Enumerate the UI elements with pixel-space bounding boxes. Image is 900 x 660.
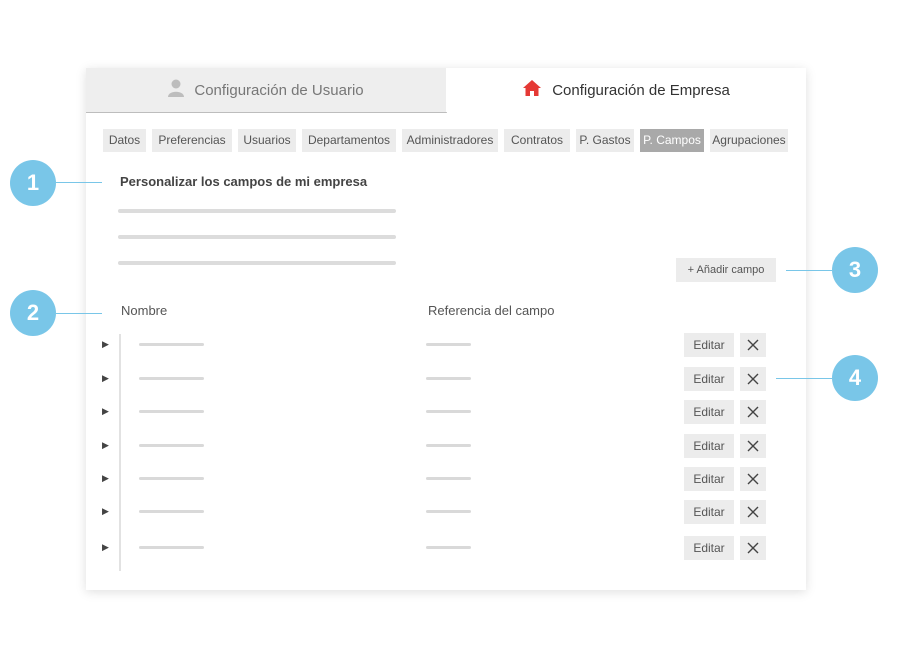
delete-button[interactable] bbox=[740, 467, 766, 491]
name-placeholder bbox=[139, 410, 204, 413]
close-icon bbox=[747, 406, 759, 418]
table-row: ▶ Editar bbox=[86, 536, 806, 560]
add-field-button[interactable]: + Añadir campo bbox=[676, 258, 776, 282]
callout-line bbox=[776, 378, 832, 379]
subtab-datos[interactable]: Datos bbox=[103, 129, 146, 152]
description-placeholder-line bbox=[118, 235, 396, 239]
delete-button[interactable] bbox=[740, 333, 766, 357]
callout-badge: 4 bbox=[832, 355, 878, 401]
reference-placeholder bbox=[426, 377, 471, 380]
reference-placeholder bbox=[426, 343, 471, 346]
close-icon bbox=[747, 473, 759, 485]
name-placeholder bbox=[139, 377, 204, 380]
edit-button[interactable]: Editar bbox=[684, 500, 734, 524]
delete-button[interactable] bbox=[740, 500, 766, 524]
close-icon bbox=[747, 440, 759, 452]
table-row: ▶ Editar bbox=[86, 367, 806, 391]
expand-caret-icon[interactable]: ▶ bbox=[102, 542, 109, 553]
subtab-administradores[interactable]: Administradores bbox=[402, 129, 498, 152]
callout-line bbox=[56, 182, 102, 183]
table-row: ▶ Editar bbox=[86, 400, 806, 424]
name-placeholder bbox=[139, 510, 204, 513]
callout-line bbox=[786, 270, 832, 271]
table-row: ▶ Editar bbox=[86, 500, 806, 524]
edit-button[interactable]: Editar bbox=[684, 400, 734, 424]
tab-user-settings[interactable]: Configuración de Usuario bbox=[86, 68, 447, 113]
edit-button[interactable]: Editar bbox=[684, 434, 734, 458]
reference-placeholder bbox=[426, 546, 471, 549]
tab-bar: Configuración de Usuario Configuración d… bbox=[86, 68, 806, 113]
column-header-reference: Referencia del campo bbox=[428, 303, 555, 318]
expand-caret-icon[interactable]: ▶ bbox=[102, 339, 109, 350]
expand-caret-icon[interactable]: ▶ bbox=[102, 406, 109, 417]
table-row: ▶ Editar bbox=[86, 434, 806, 458]
edit-button[interactable]: Editar bbox=[684, 536, 734, 560]
name-placeholder bbox=[139, 546, 204, 549]
user-icon bbox=[168, 79, 185, 101]
subtab-preferencias[interactable]: Preferencias bbox=[152, 129, 232, 152]
delete-button[interactable] bbox=[740, 536, 766, 560]
name-placeholder bbox=[139, 444, 204, 447]
reference-placeholder bbox=[426, 510, 471, 513]
subtab-agrupaciones[interactable]: Agrupaciones bbox=[710, 129, 788, 152]
close-icon bbox=[747, 339, 759, 351]
tab-company-label: Configuración de Empresa bbox=[552, 81, 730, 99]
subtab-contratos[interactable]: Contratos bbox=[504, 129, 570, 152]
description-placeholder-line bbox=[118, 209, 396, 213]
close-icon bbox=[747, 373, 759, 385]
close-icon bbox=[747, 506, 759, 518]
reference-placeholder bbox=[426, 410, 471, 413]
delete-button[interactable] bbox=[740, 400, 766, 424]
table-row: ▶ Editar bbox=[86, 333, 806, 357]
callout-line bbox=[56, 313, 102, 314]
tab-company-settings[interactable]: Configuración de Empresa bbox=[446, 68, 806, 112]
callout-badge: 2 bbox=[10, 290, 56, 336]
delete-button[interactable] bbox=[740, 434, 766, 458]
expand-caret-icon[interactable]: ▶ bbox=[102, 440, 109, 451]
home-icon bbox=[522, 79, 542, 101]
reference-placeholder bbox=[426, 444, 471, 447]
edit-button[interactable]: Editar bbox=[684, 367, 734, 391]
name-placeholder bbox=[139, 343, 204, 346]
subtab-p-campos[interactable]: P. Campos bbox=[640, 129, 704, 152]
section-title: Personalizar los campos de mi empresa bbox=[120, 174, 368, 189]
column-header-name: Nombre bbox=[121, 303, 168, 318]
edit-button[interactable]: Editar bbox=[684, 467, 734, 491]
expand-caret-icon[interactable]: ▶ bbox=[102, 373, 109, 384]
delete-button[interactable] bbox=[740, 367, 766, 391]
edit-button[interactable]: Editar bbox=[684, 333, 734, 357]
settings-card: Configuración de Usuario Configuración d… bbox=[86, 68, 806, 590]
subtab-usuarios[interactable]: Usuarios bbox=[238, 129, 296, 152]
expand-caret-icon[interactable]: ▶ bbox=[102, 506, 109, 517]
close-icon bbox=[747, 542, 759, 554]
table-row: ▶ Editar bbox=[86, 467, 806, 491]
tab-user-label: Configuración de Usuario bbox=[194, 81, 364, 99]
subtab-departamentos[interactable]: Departamentos bbox=[302, 129, 396, 152]
description-placeholder-line bbox=[118, 261, 396, 265]
expand-caret-icon[interactable]: ▶ bbox=[102, 473, 109, 484]
name-placeholder bbox=[139, 477, 204, 480]
callout-badge: 3 bbox=[832, 247, 878, 293]
reference-placeholder bbox=[426, 477, 471, 480]
callout-badge: 1 bbox=[10, 160, 56, 206]
subtab-p-gastos[interactable]: P. Gastos bbox=[576, 129, 634, 152]
